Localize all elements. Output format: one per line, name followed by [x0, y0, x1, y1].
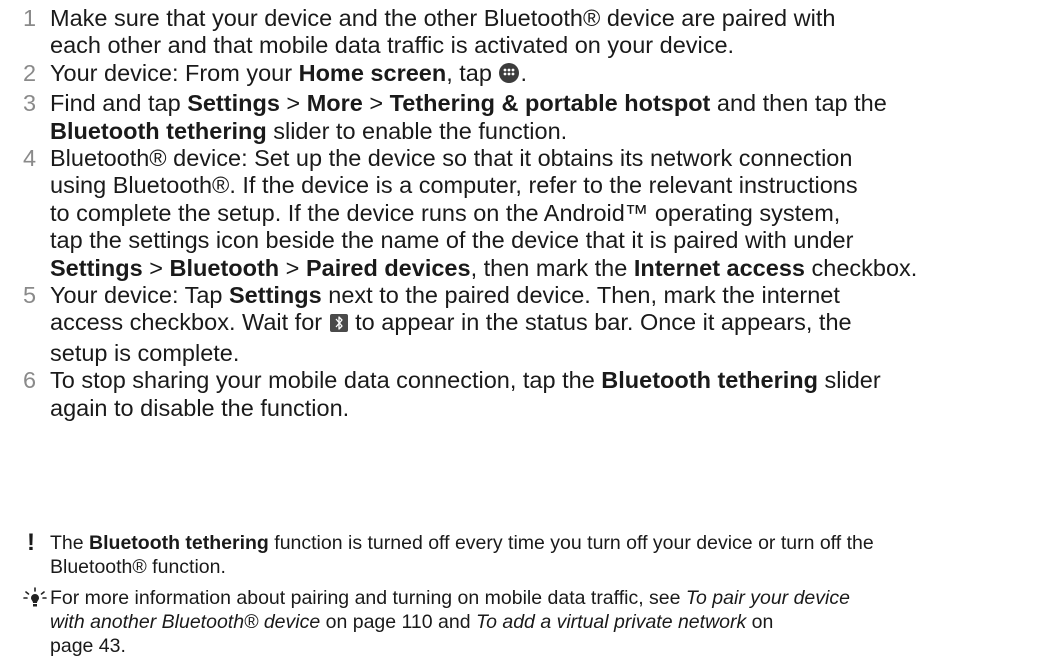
warning-note: ! The Bluetooth tethering function is tu… — [0, 529, 1061, 580]
step-text: Bluetooth® device: Set up the device so … — [50, 145, 918, 281]
step-3: 3 Find and tap Settings > More > Tetheri… — [0, 90, 1061, 145]
step-5: 5 Your device: Tap Settings next to the … — [0, 282, 1061, 367]
home-screen-term: Home screen — [298, 59, 447, 86]
step-text: Your device: From your Home screen, tap … — [50, 60, 1061, 90]
step-1: 1 Make sure that your device and the oth… — [0, 5, 1061, 60]
step-number: 3 — [23, 90, 37, 117]
step-number: 5 — [23, 282, 37, 309]
step-text: Your device: Tap Settings next to the pa… — [50, 282, 852, 366]
step-number: 1 — [23, 5, 37, 31]
lightbulb-tip-icon — [0, 587, 50, 658]
step-4: 4 Bluetooth® device: Set up the device s… — [0, 145, 1061, 282]
bluetooth-status-icon — [329, 312, 349, 339]
step-2: 2 Your device: From your Home screen, ta… — [0, 60, 1061, 90]
pair-device-link[interactable]: To pair your device — [686, 587, 850, 609]
step-text: Make sure that your device and the other… — [50, 5, 836, 59]
step-text: Find and tap Settings > More > Tethering… — [50, 90, 887, 144]
pair-device-link-cont[interactable]: with another Bluetooth® device — [50, 611, 320, 633]
apps-grid-icon — [498, 62, 520, 90]
step-6: 6 To stop sharing your mobile data conne… — [0, 367, 1061, 422]
steps-list: 1 Make sure that your device and the oth… — [0, 5, 1061, 422]
tip-text: For more information about pairing and t… — [50, 587, 850, 657]
exclamation-icon: ! — [27, 529, 35, 556]
step-text: To stop sharing your mobile data connect… — [50, 367, 881, 421]
document-page: 1 Make sure that your device and the oth… — [0, 0, 1061, 657]
vpn-link[interactable]: To add a virtual private network — [476, 611, 746, 633]
tip-note: For more information about pairing and t… — [0, 587, 1061, 658]
step-number: 4 — [23, 145, 37, 172]
warning-text: The Bluetooth tethering function is turn… — [50, 532, 874, 578]
step-number: 6 — [23, 367, 37, 394]
step-number: 2 — [23, 59, 37, 86]
